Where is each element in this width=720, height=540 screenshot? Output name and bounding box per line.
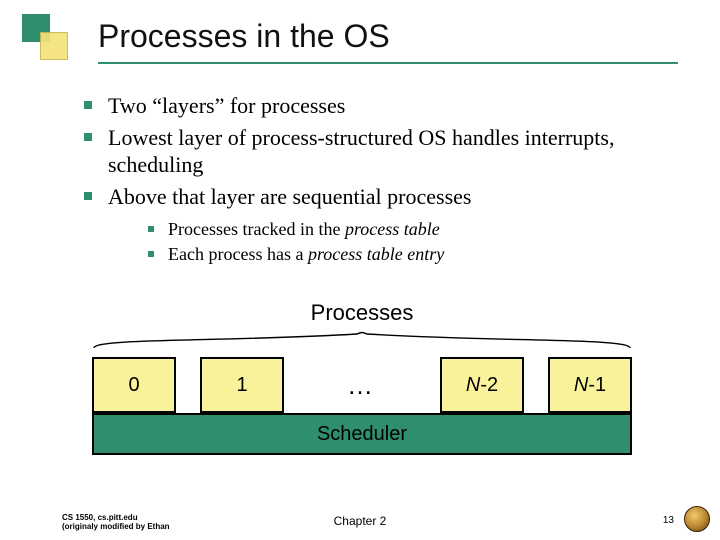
- sub-bullet-1-prefix: Processes tracked in the: [168, 219, 345, 239]
- sub-bullet-1-text: Processes tracked in the process table: [168, 218, 440, 241]
- title-underline: [98, 62, 678, 64]
- bullet-marker-icon: [84, 133, 92, 141]
- brace-icon: [92, 328, 632, 350]
- footer-center: Chapter 2: [0, 514, 720, 528]
- accent-yellow-square: [40, 32, 68, 60]
- ellipsis-icon: …: [284, 357, 440, 413]
- diagram-label: Processes: [92, 300, 632, 326]
- n-italic: N: [466, 374, 480, 397]
- title-accent: [22, 14, 70, 62]
- gap: [524, 357, 548, 413]
- sub-bullet-1: Processes tracked in the process table: [148, 218, 674, 241]
- slide: Processes in the OS Two “layers” for pro…: [0, 0, 720, 540]
- scheduler-box: Scheduler: [92, 413, 632, 455]
- bullet-marker-icon: [84, 192, 92, 200]
- n-suffix: -1: [588, 374, 606, 397]
- bullet-2: Lowest layer of process-structured OS ha…: [84, 124, 674, 179]
- process-box-1: 1: [200, 357, 284, 413]
- seal-icon: [684, 506, 710, 532]
- process-box-n-2: N-2: [440, 357, 524, 413]
- sub-bullet-1-italic: process table: [345, 219, 440, 239]
- process-row: 0 1 … N-2 N-1: [92, 357, 632, 413]
- sub-bullet-2-text: Each process has a process table entry: [168, 243, 444, 266]
- page-number: 13: [663, 515, 674, 526]
- sub-bullet-2-italic: process table entry: [308, 244, 444, 264]
- bullet-1-text: Two “layers” for processes: [108, 92, 345, 120]
- process-diagram: Processes 0 1 … N-2 N-1 Scheduler: [92, 300, 632, 455]
- sub-bullet-list: Processes tracked in the process table E…: [148, 218, 674, 265]
- process-box-0: 0: [92, 357, 176, 413]
- sub-bullet-2-prefix: Each process has a: [168, 244, 308, 264]
- n-suffix: -2: [480, 374, 498, 397]
- sub-bullet-2: Each process has a process table entry: [148, 243, 674, 266]
- bullet-3: Above that layer are sequential processe…: [84, 183, 674, 211]
- gap: [176, 357, 200, 413]
- bullet-3-text: Above that layer are sequential processe…: [108, 183, 471, 211]
- bullet-2-text: Lowest layer of process-structured OS ha…: [108, 124, 674, 179]
- bullet-marker-icon: [148, 251, 154, 257]
- bullet-marker-icon: [84, 101, 92, 109]
- bullet-1: Two “layers” for processes: [84, 92, 674, 120]
- n-italic: N: [574, 374, 588, 397]
- process-box-n-1: N-1: [548, 357, 632, 413]
- bullet-marker-icon: [148, 226, 154, 232]
- bullet-list: Two “layers” for processes Lowest layer …: [84, 92, 674, 267]
- slide-title: Processes in the OS: [98, 18, 390, 55]
